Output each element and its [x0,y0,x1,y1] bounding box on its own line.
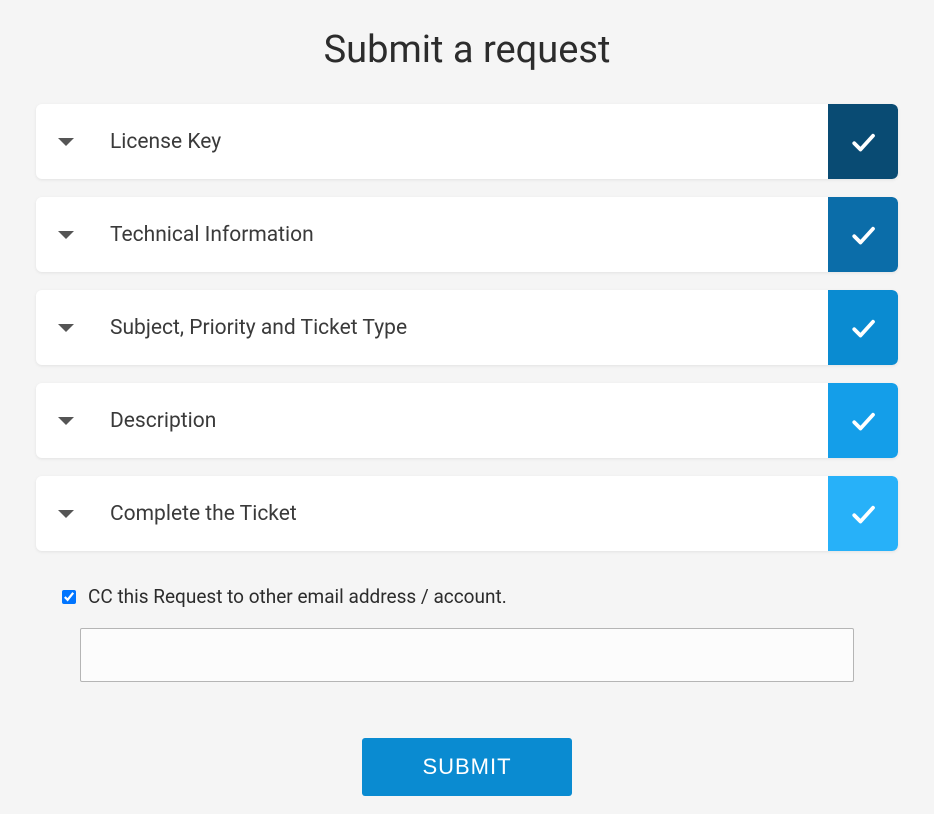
status-check [828,197,898,272]
status-check [828,476,898,551]
cc-section: CC this Request to other email address /… [36,585,898,682]
check-icon [848,313,878,343]
check-icon [848,499,878,529]
check-icon [848,406,878,436]
accordion-label: Subject, Priority and Ticket Type [110,316,407,340]
accordion-label: Description [110,409,216,433]
page-title: Submit a request [36,0,898,104]
cc-row[interactable]: CC this Request to other email address /… [62,585,898,608]
cc-email-input[interactable] [80,628,854,682]
accordion-item-technical-information[interactable]: Technical Information [36,197,898,272]
status-check [828,104,898,179]
caret-down-icon [58,417,74,425]
accordion-label: Technical Information [110,223,314,247]
submit-button[interactable]: SUBMIT [362,738,571,796]
caret-down-icon [58,510,74,518]
accordion-label: Complete the Ticket [110,502,297,526]
check-icon [848,220,878,250]
caret-down-icon [58,138,74,146]
accordion-item-description[interactable]: Description [36,383,898,458]
caret-down-icon [58,324,74,332]
accordion-label: License Key [110,130,221,154]
cc-label: CC this Request to other email address /… [88,585,507,608]
status-check [828,290,898,365]
status-check [828,383,898,458]
accordion-item-license-key[interactable]: License Key [36,104,898,179]
accordion-item-subject-priority[interactable]: Subject, Priority and Ticket Type [36,290,898,365]
check-icon [848,127,878,157]
caret-down-icon [58,231,74,239]
cc-checkbox[interactable] [62,590,76,604]
accordion-item-complete-ticket[interactable]: Complete the Ticket [36,476,898,551]
